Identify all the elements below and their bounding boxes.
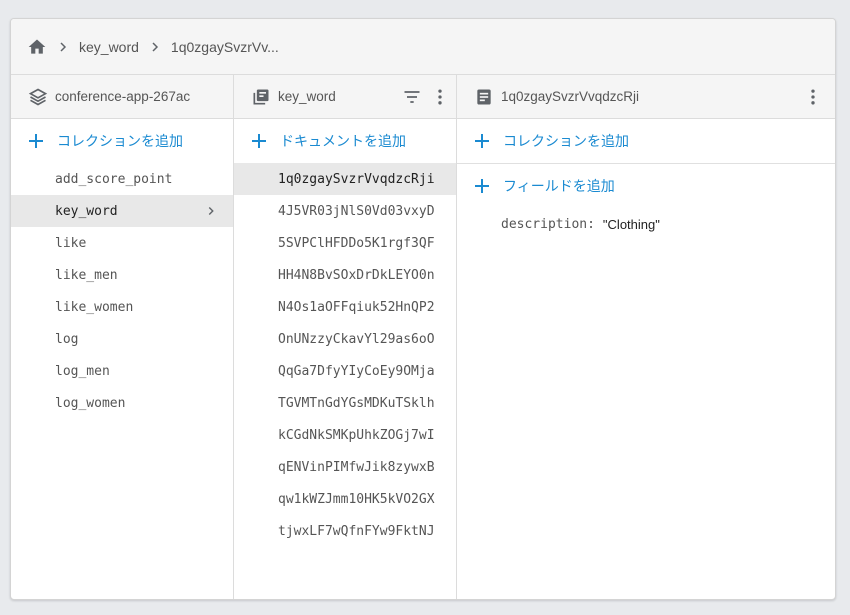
plus-icon bbox=[27, 132, 45, 150]
collection-item-label: key_word bbox=[55, 203, 118, 219]
add-subcollection-button[interactable]: コレクションを追加 bbox=[457, 119, 835, 164]
document-item[interactable]: 5SVPClHFDDo5K1rgf3QF bbox=[234, 227, 456, 259]
plus-icon bbox=[473, 132, 491, 150]
document-icon bbox=[473, 86, 495, 108]
document-item[interactable]: TGVMTnGdYGsMDKuTSklh bbox=[234, 387, 456, 419]
project-title: conference-app-267ac bbox=[55, 89, 191, 104]
collection-item-label: log bbox=[55, 331, 79, 347]
chevron-right-icon bbox=[203, 203, 219, 219]
filter-icon[interactable] bbox=[400, 85, 424, 109]
document-item-label: 1q0zgaySvzrVvqdzcRji bbox=[278, 171, 435, 187]
more-vert-icon[interactable] bbox=[428, 85, 452, 109]
document-item-label: qw1kWZJmm10HK5kVO2GX bbox=[278, 491, 435, 507]
collection-icon bbox=[250, 86, 272, 108]
breadcrumb-item-collection[interactable]: key_word bbox=[79, 39, 139, 55]
add-document-label: ドキュメントを追加 bbox=[280, 133, 406, 149]
chevron-right-icon bbox=[51, 39, 75, 55]
document-item[interactable]: HH4N8BvSOxDrDkLEYO0n bbox=[234, 259, 456, 291]
collection-item[interactable]: like_women bbox=[11, 291, 233, 323]
document-item-label: N4Os1aOFFqiuk52HnQP2 bbox=[278, 299, 435, 315]
document-item-label: OnUNzzyCkavYl29as6oO bbox=[278, 331, 435, 347]
field-key: description: bbox=[501, 216, 595, 232]
add-collection-label: コレクションを追加 bbox=[57, 133, 183, 149]
document-item-selected[interactable]: 1q0zgaySvzrVvqdzcRji bbox=[234, 163, 456, 195]
document-item-label: tjwxLF7wQfnFYw9FktNJ bbox=[278, 523, 435, 539]
collection-item-label: like_men bbox=[55, 267, 118, 283]
add-document-button[interactable]: ドキュメントを追加 bbox=[234, 119, 456, 163]
collection-title: key_word bbox=[278, 89, 336, 104]
collection-column-header: key_word bbox=[234, 75, 456, 119]
collection-item[interactable]: like_men bbox=[11, 259, 233, 291]
document-item-label: 5SVPClHFDDo5K1rgf3QF bbox=[278, 235, 435, 251]
document-title: 1q0zgaySvzrVvqdzcRji bbox=[501, 89, 640, 104]
collection-item-label: log_women bbox=[55, 395, 126, 411]
home-icon[interactable] bbox=[27, 37, 47, 57]
collection-item-label: like bbox=[55, 235, 87, 251]
document-column: 1q0zgaySvzrVvqdzcRji コレクションを追加 フィールドを追加 bbox=[457, 75, 835, 599]
add-collection-button[interactable]: コレクションを追加 bbox=[11, 119, 233, 163]
document-item-label: 4J5VR03jNlS0Vd03vxyD bbox=[278, 203, 435, 219]
add-field-label: フィールドを追加 bbox=[503, 178, 615, 194]
field-row[interactable]: description: "Clothing" bbox=[457, 212, 835, 236]
field-value: "Clothing" bbox=[602, 216, 660, 232]
plus-icon bbox=[250, 132, 268, 150]
firestore-layers-icon bbox=[27, 86, 49, 108]
collection-item[interactable]: log_women bbox=[11, 387, 233, 419]
document-item[interactable]: OnUNzzyCkavYl29as6oO bbox=[234, 323, 456, 355]
document-item-label: QqGa7DfyYIyCoEy9OMja bbox=[278, 363, 435, 379]
document-item[interactable]: kCGdNkSMKpUhkZOGj7wI bbox=[234, 419, 456, 451]
breadcrumb: key_word 1q0zgaySvzrVv... bbox=[11, 19, 835, 75]
plus-icon bbox=[473, 177, 491, 195]
document-item[interactable]: N4Os1aOFFqiuk52HnQP2 bbox=[234, 291, 456, 323]
document-item-label: kCGdNkSMKpUhkZOGj7wI bbox=[278, 427, 435, 443]
collection-column: key_word ドキュメントを追加 1q0zgaySvzrVvqdzcRji … bbox=[234, 75, 457, 599]
collection-list: add_score_point key_word like like_men l… bbox=[11, 163, 233, 419]
collection-item[interactable]: log bbox=[11, 323, 233, 355]
breadcrumb-item-document[interactable]: 1q0zgaySvzrVv... bbox=[171, 39, 279, 55]
document-item[interactable]: QqGa7DfyYIyCoEy9OMja bbox=[234, 355, 456, 387]
document-item-label: qENVinPIMfwJik8zywxB bbox=[278, 459, 435, 475]
document-list: 1q0zgaySvzrVvqdzcRji 4J5VR03jNlS0Vd03vxy… bbox=[234, 163, 456, 547]
collection-item-label: like_women bbox=[55, 299, 134, 315]
collection-item-label: add_score_point bbox=[55, 171, 173, 187]
collection-item[interactable]: like bbox=[11, 227, 233, 259]
add-field-button[interactable]: フィールドを追加 bbox=[457, 164, 835, 208]
collection-item-selected[interactable]: key_word bbox=[11, 195, 233, 227]
more-vert-icon[interactable] bbox=[801, 85, 825, 109]
document-item[interactable]: qw1kWZJmm10HK5kVO2GX bbox=[234, 483, 456, 515]
document-item-label: TGVMTnGdYGsMDKuTSklh bbox=[278, 395, 435, 411]
document-item[interactable]: qENVinPIMfwJik8zywxB bbox=[234, 451, 456, 483]
chevron-right-icon bbox=[143, 39, 167, 55]
document-item-label: HH4N8BvSOxDrDkLEYO0n bbox=[278, 267, 435, 283]
document-column-header: 1q0zgaySvzrVvqdzcRji bbox=[457, 75, 835, 119]
document-item[interactable]: 4J5VR03jNlS0Vd03vxyD bbox=[234, 195, 456, 227]
add-subcollection-label: コレクションを追加 bbox=[503, 133, 629, 149]
root-column: conference-app-267ac コレクションを追加 add_score… bbox=[11, 75, 234, 599]
collection-item[interactable]: add_score_point bbox=[11, 163, 233, 195]
collection-item-label: log_men bbox=[55, 363, 110, 379]
collection-item[interactable]: log_men bbox=[11, 355, 233, 387]
root-column-header: conference-app-267ac bbox=[11, 75, 233, 119]
document-item[interactable]: tjwxLF7wQfnFYw9FktNJ bbox=[234, 515, 456, 547]
firestore-panel: key_word 1q0zgaySvzrVv... conference-app… bbox=[10, 18, 836, 600]
